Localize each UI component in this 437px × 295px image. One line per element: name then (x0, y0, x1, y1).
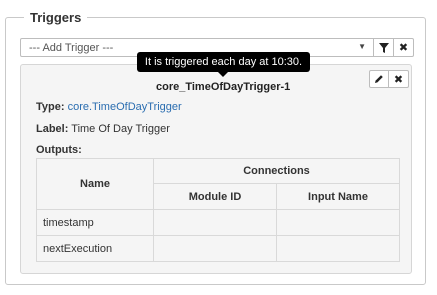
output-input-name (276, 209, 400, 236)
col-header-module-id: Module ID (153, 183, 277, 210)
output-module-id (153, 209, 277, 236)
remove-trigger-button[interactable]: ✖ (389, 70, 409, 88)
edit-trigger-button[interactable] (369, 70, 389, 88)
output-name: nextExecution (36, 235, 154, 262)
label-value: Time Of Day Trigger (71, 123, 170, 135)
type-label: Type: (36, 101, 65, 113)
col-header-connections: Connections (153, 158, 400, 184)
close-icon: ✖ (393, 73, 404, 86)
label-label: Label: (36, 123, 69, 135)
filter-button[interactable] (374, 38, 394, 57)
add-trigger-selected-value: --- Add Trigger --- (29, 41, 114, 54)
trigger-tooltip: It is triggered each day at 10:30. (137, 52, 310, 72)
filter-icon (378, 42, 389, 53)
clear-trigger-button[interactable]: ✖ (394, 38, 414, 57)
output-module-id (153, 235, 277, 262)
outputs-heading: Outputs: (36, 144, 82, 156)
pencil-icon (375, 75, 383, 83)
table-row: nextExecution (36, 235, 400, 262)
trigger-label-line: Label: Time Of Day Trigger (36, 123, 170, 135)
outputs-label: Outputs: (36, 144, 82, 156)
trigger-actions: ✖ (369, 70, 409, 88)
table-row: timestamp (36, 209, 400, 236)
trigger-title: core_TimeOfDayTrigger-1 (156, 81, 291, 93)
outputs-table: Name Connections Module ID Input Name ti… (36, 158, 400, 262)
trigger-type-line: Type: core.TimeOfDayTrigger (36, 101, 182, 113)
close-icon: ✖ (398, 42, 409, 54)
col-header-input-name: Input Name (276, 183, 400, 210)
output-input-name (276, 235, 400, 262)
tooltip-arrow (218, 72, 228, 77)
type-link[interactable]: core.TimeOfDayTrigger (68, 101, 182, 113)
caret-down-icon: ▼ (358, 42, 366, 51)
col-header-name: Name (36, 158, 154, 210)
triggers-legend: Triggers (24, 9, 88, 26)
output-name: timestamp (36, 209, 154, 236)
